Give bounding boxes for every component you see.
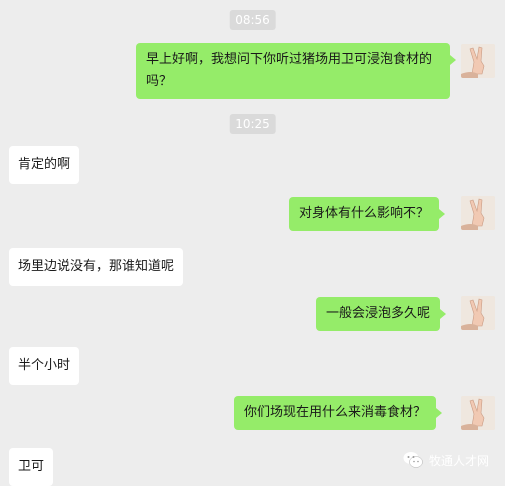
avatar[interactable] bbox=[461, 44, 495, 78]
timestamp: 10:25 bbox=[229, 114, 276, 134]
peace-hand-icon bbox=[461, 296, 495, 330]
watermark-text: 牧通人才网 bbox=[428, 453, 489, 468]
message-bubble-received[interactable]: 半个小时 bbox=[9, 347, 80, 385]
message-bubble-sent[interactable]: 你们场现在用什么来消毒食材？ bbox=[234, 396, 443, 430]
peace-hand-icon bbox=[461, 44, 495, 78]
watermark: 牧通人才网 bbox=[403, 451, 489, 469]
message-bubble-received[interactable]: 场里边说没有，那谁知道呢 bbox=[9, 248, 184, 286]
peace-hand-icon bbox=[461, 196, 495, 230]
avatar[interactable] bbox=[461, 396, 495, 430]
message-bubble-sent[interactable]: 一般会浸泡多久呢 bbox=[316, 297, 447, 331]
message-bubble-received[interactable]: 肯定的啊 bbox=[9, 146, 80, 184]
message-bubble-received[interactable]: 卫可 bbox=[9, 448, 54, 486]
timestamp: 08:56 bbox=[229, 10, 276, 30]
wechat-icon bbox=[403, 452, 423, 468]
avatar[interactable] bbox=[461, 296, 495, 330]
message-bubble-sent[interactable]: 对身体有什么影响不？ bbox=[289, 197, 446, 231]
message-bubble-sent[interactable]: 早上好啊，我想问下你听过猪场用卫可浸泡食材的吗？ bbox=[136, 43, 456, 99]
avatar[interactable] bbox=[461, 196, 495, 230]
peace-hand-icon bbox=[461, 396, 495, 430]
